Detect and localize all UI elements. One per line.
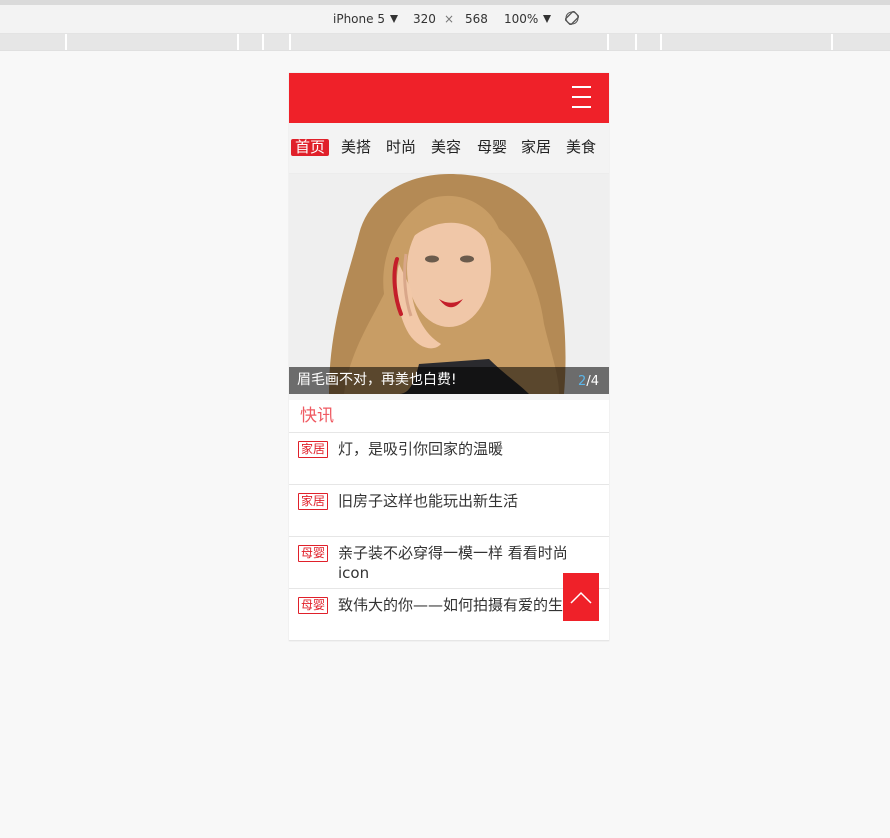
category-tag: 母婴 (298, 545, 329, 562)
category-tag: 家居 (298, 493, 329, 510)
category-nav: 首页 美搭 时尚 美容 母婴 家居 美食 (289, 123, 609, 174)
nav-item-outfit[interactable]: 美搭 (337, 139, 375, 156)
banner-carousel[interactable]: 眉毛画不对，再美也白费! 2/4 (289, 174, 609, 394)
list-item[interactable]: 母婴 致伟大的你——如何拍摄有爱的生活 (289, 589, 609, 641)
nav-item-home[interactable]: 首页 (291, 139, 330, 156)
hamburger-menu-icon[interactable] (572, 86, 591, 108)
times-sign: × (444, 12, 455, 26)
ruler-marker (607, 34, 609, 50)
banner-pager: 2/4 (578, 374, 599, 389)
ruler-marker (237, 34, 239, 50)
ruler-marker (262, 34, 264, 50)
zoom-value: 100% (504, 12, 539, 26)
category-tag: 家居 (298, 441, 329, 458)
banner-caption: 眉毛画不对，再美也白费! (289, 367, 609, 394)
chevron-down-icon (389, 15, 398, 23)
ruler-marker (831, 34, 833, 50)
list-item[interactable]: 母婴 亲子装不必穿得一模一样 看看时尚icon (289, 537, 609, 589)
ruler-marker (635, 34, 637, 50)
news-list: 家居 灯，是吸引你回家的温暖 家居 旧房子这样也能玩出新生活 母婴 亲子装不必穿… (289, 433, 609, 641)
ruler-marker (65, 34, 67, 50)
device-toolbar: iPhone 5 320 × 568 100% (0, 0, 890, 34)
nav-item-home-decor[interactable]: 家居 (517, 139, 555, 156)
nav-item-baby[interactable]: 母婴 (473, 139, 511, 156)
news-section-title: 快讯 (289, 394, 609, 433)
news-title[interactable]: 灯，是吸引你回家的温暖 (338, 439, 593, 459)
device-select[interactable]: iPhone 5 (333, 12, 398, 26)
banner-total: 4 (590, 374, 599, 389)
app-header (289, 73, 609, 123)
news-title[interactable]: 旧房子这样也能玩出新生活 (338, 491, 593, 511)
height-field[interactable]: 568 (465, 12, 488, 26)
rotate-icon[interactable] (565, 11, 579, 25)
back-to-top-button[interactable] (563, 573, 599, 621)
banner-image (289, 174, 609, 394)
category-tag: 母婴 (298, 597, 329, 614)
nav-item-food[interactable]: 美食 (562, 139, 600, 156)
device-name: iPhone 5 (333, 12, 385, 26)
width-field[interactable]: 320 (413, 12, 436, 26)
nav-item-beauty[interactable]: 美容 (427, 139, 465, 156)
chevron-up-icon (570, 591, 592, 604)
news-title[interactable]: 致伟大的你——如何拍摄有爱的生活 (338, 595, 593, 615)
nav-item-fashion[interactable]: 时尚 (382, 139, 420, 156)
news-title[interactable]: 亲子装不必穿得一模一样 看看时尚icon (338, 543, 593, 583)
chevron-down-icon (543, 15, 552, 23)
ruler-marker (660, 34, 662, 50)
mobile-viewport: 首页 美搭 时尚 美容 母婴 家居 美食 眉毛画不对，再美也白费! 2/4 快讯… (289, 73, 609, 641)
ruler-marker (289, 34, 291, 50)
list-item[interactable]: 家居 灯，是吸引你回家的温暖 (289, 433, 609, 485)
list-item[interactable]: 家居 旧房子这样也能玩出新生活 (289, 485, 609, 537)
media-query-ruler (0, 34, 890, 51)
zoom-select[interactable]: 100% (504, 12, 552, 26)
